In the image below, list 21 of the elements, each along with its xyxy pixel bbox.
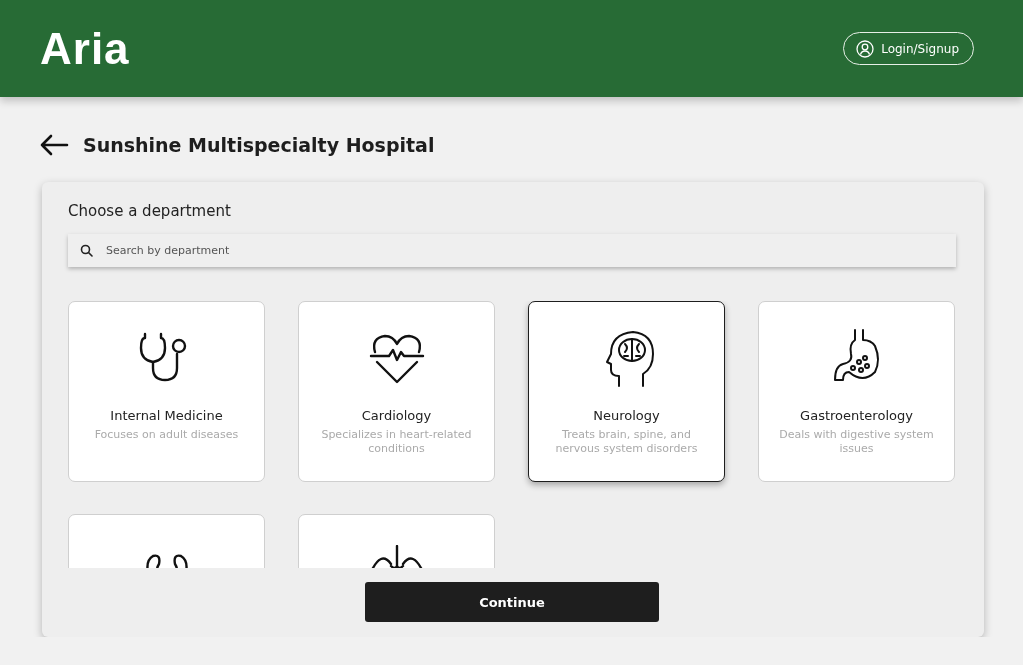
user-icon [856, 39, 875, 58]
department-description: Deals with digestive system issues [778, 428, 935, 456]
department-card[interactable]: Neurology Treats brain, spine, and nervous system disorders [528, 301, 725, 482]
search-icon [80, 244, 93, 257]
department-description: Focuses on adult diseases [94, 428, 239, 442]
department-name: Gastroenterology [800, 408, 913, 423]
department-card[interactable]: Gastroenterology Deals with digestive system issues [758, 301, 955, 482]
department-name: Neurology [593, 408, 660, 423]
department-name: Cardiology [361, 408, 432, 423]
department-description: Treats brain, spine, and nervous system disorders [554, 428, 699, 456]
back-arrow-icon[interactable] [39, 134, 69, 156]
department-description: Specializes in heart-related conditions [320, 428, 473, 456]
lungs-icon [369, 545, 424, 568]
panel-heading: Choose a department [68, 202, 232, 220]
page-title: Sunshine Multispecialty Hospital [83, 134, 435, 156]
search-input[interactable]: Search by department [104, 243, 956, 258]
continue-button[interactable]: Continue [365, 582, 659, 622]
app-logo: Aria [40, 23, 130, 74]
department-card[interactable]: Cardiology Specializes in heart-related conditions [298, 301, 495, 482]
department-card[interactable]: Internal Medicine Focuses on adult diseases [68, 301, 265, 482]
department-name: Internal Medicine [110, 408, 223, 423]
